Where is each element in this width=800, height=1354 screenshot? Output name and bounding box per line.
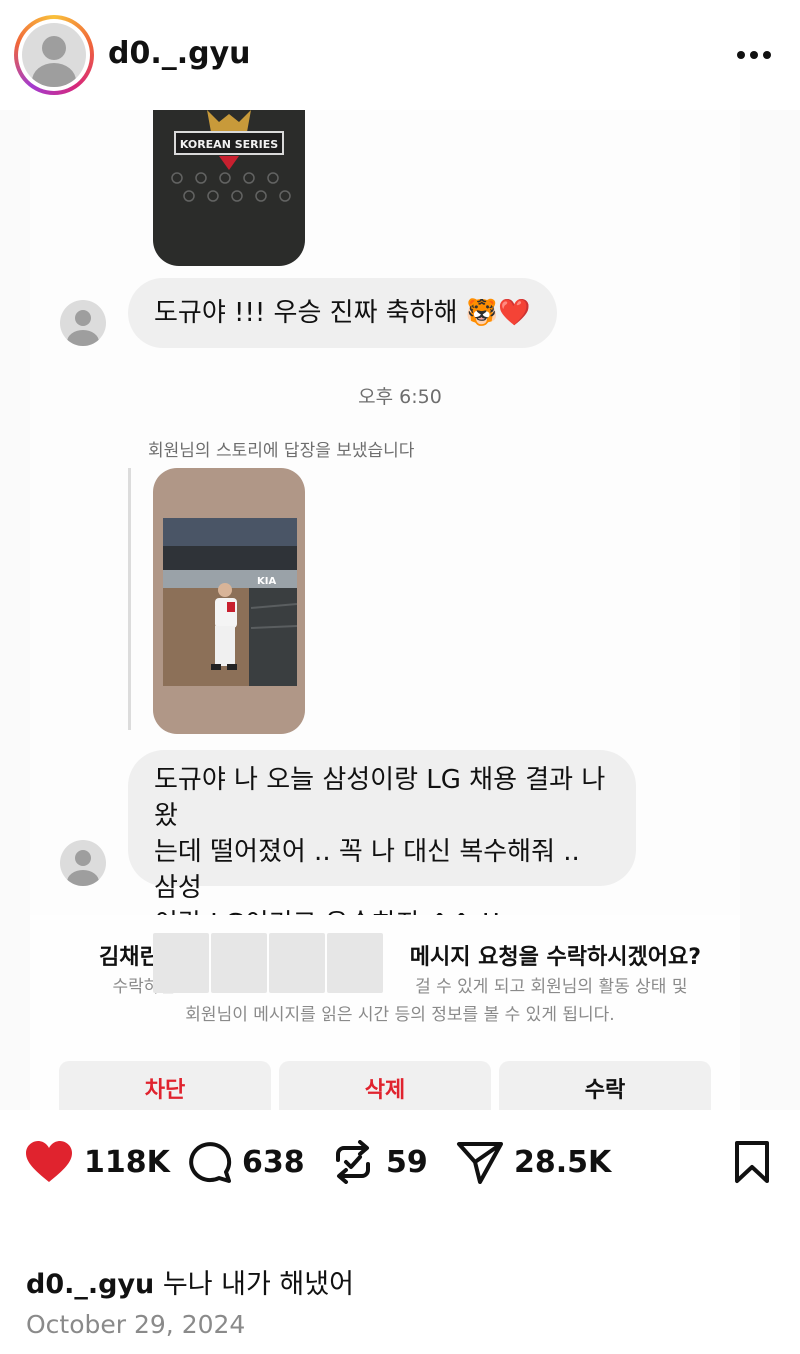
repost-action[interactable]: 59 — [330, 1140, 428, 1184]
like-count: 118K — [84, 1144, 170, 1180]
svg-text:KOREAN SERIES: KOREAN SERIES — [180, 138, 278, 151]
story-photo: KIA — [163, 518, 297, 686]
story-reply-label: 회원님의 스토리에 답장을 보냈습니다 — [148, 441, 415, 461]
shared-story-top: KOREAN SERIES — [153, 110, 305, 266]
block-button[interactable]: 차단 — [59, 1061, 271, 1110]
header-username[interactable]: d0._.gyu — [108, 36, 251, 71]
caption-text: 누나 내가 해냈어 — [162, 1269, 354, 1300]
share-action[interactable]: 28.5K — [456, 1140, 611, 1184]
message-bubble[interactable]: 도규야 !!! 우승 진짜 축하해 🐯❤️ — [128, 278, 557, 348]
send-icon[interactable] — [456, 1140, 504, 1184]
comment-count: 638 — [242, 1144, 305, 1180]
message-line: 도규야 나 오늘 삼성이랑 LG 채용 결과 나왔 — [154, 765, 606, 831]
heart-icon[interactable] — [24, 1140, 74, 1184]
sender-avatar[interactable] — [60, 300, 106, 346]
message-request-panel: 김채린 메시지 요청을 수락하시겠어요? 수락하면 걸 수 있게 되고 회원님의 활… — [30, 915, 740, 1110]
repost-icon[interactable] — [330, 1140, 376, 1184]
redaction-box — [327, 933, 383, 993]
more-options-icon[interactable] — [736, 50, 772, 60]
avatar[interactable] — [22, 23, 86, 87]
replied-story[interactable]: KIA — [153, 468, 305, 734]
message-time: 오후 6:50 — [358, 386, 442, 408]
comment-icon[interactable] — [186, 1140, 232, 1184]
svg-text:KIA: KIA — [257, 576, 276, 587]
message-bubble[interactable]: 도규야 나 오늘 삼성이랑 LG 채용 결과 나왔 는데 떨어졌어 .. 꼭 나… — [128, 750, 636, 939]
redaction-box — [269, 933, 325, 993]
story-pattern — [171, 172, 291, 202]
repost-count: 59 — [386, 1144, 428, 1180]
redaction-box — [211, 933, 267, 993]
sender-avatar[interactable] — [60, 840, 106, 886]
share-count: 28.5K — [514, 1144, 612, 1180]
photo-caption — [165, 686, 167, 693]
reply-bar — [128, 468, 131, 730]
post-header: d0._.gyu — [0, 0, 800, 110]
story-ring[interactable] — [14, 15, 94, 95]
post-caption: d0._.gyu 누나 내가 해냈어 — [26, 1262, 354, 1301]
message-text: 도규야 !!! 우승 진짜 축하해 🐯❤️ — [154, 298, 531, 328]
comment-action[interactable]: 638 — [186, 1140, 305, 1184]
dm-screenshot: KOREAN SERIES 도규야 !!! 우승 진짜 축하해 🐯❤️ 오후 6… — [0, 110, 800, 1110]
message-line: 는데 떨어졌어 .. 꼭 나 대신 복수해줘 .. 삼성 — [154, 837, 580, 903]
request-title: 김채린 메시지 요청을 수락하시겠어요? — [99, 945, 701, 970]
caption-username[interactable]: d0._.gyu — [26, 1269, 154, 1300]
redaction-box — [153, 933, 209, 993]
bookmark-icon[interactable] — [732, 1140, 772, 1184]
post-actions: 118K 638 59 28.5K — [0, 1110, 800, 1210]
delete-button[interactable]: 삭제 — [279, 1061, 491, 1110]
like-action[interactable]: 118K — [24, 1140, 170, 1184]
accept-button[interactable]: 수락 — [499, 1061, 711, 1110]
post-date: October 29, 2024 — [26, 1310, 246, 1339]
